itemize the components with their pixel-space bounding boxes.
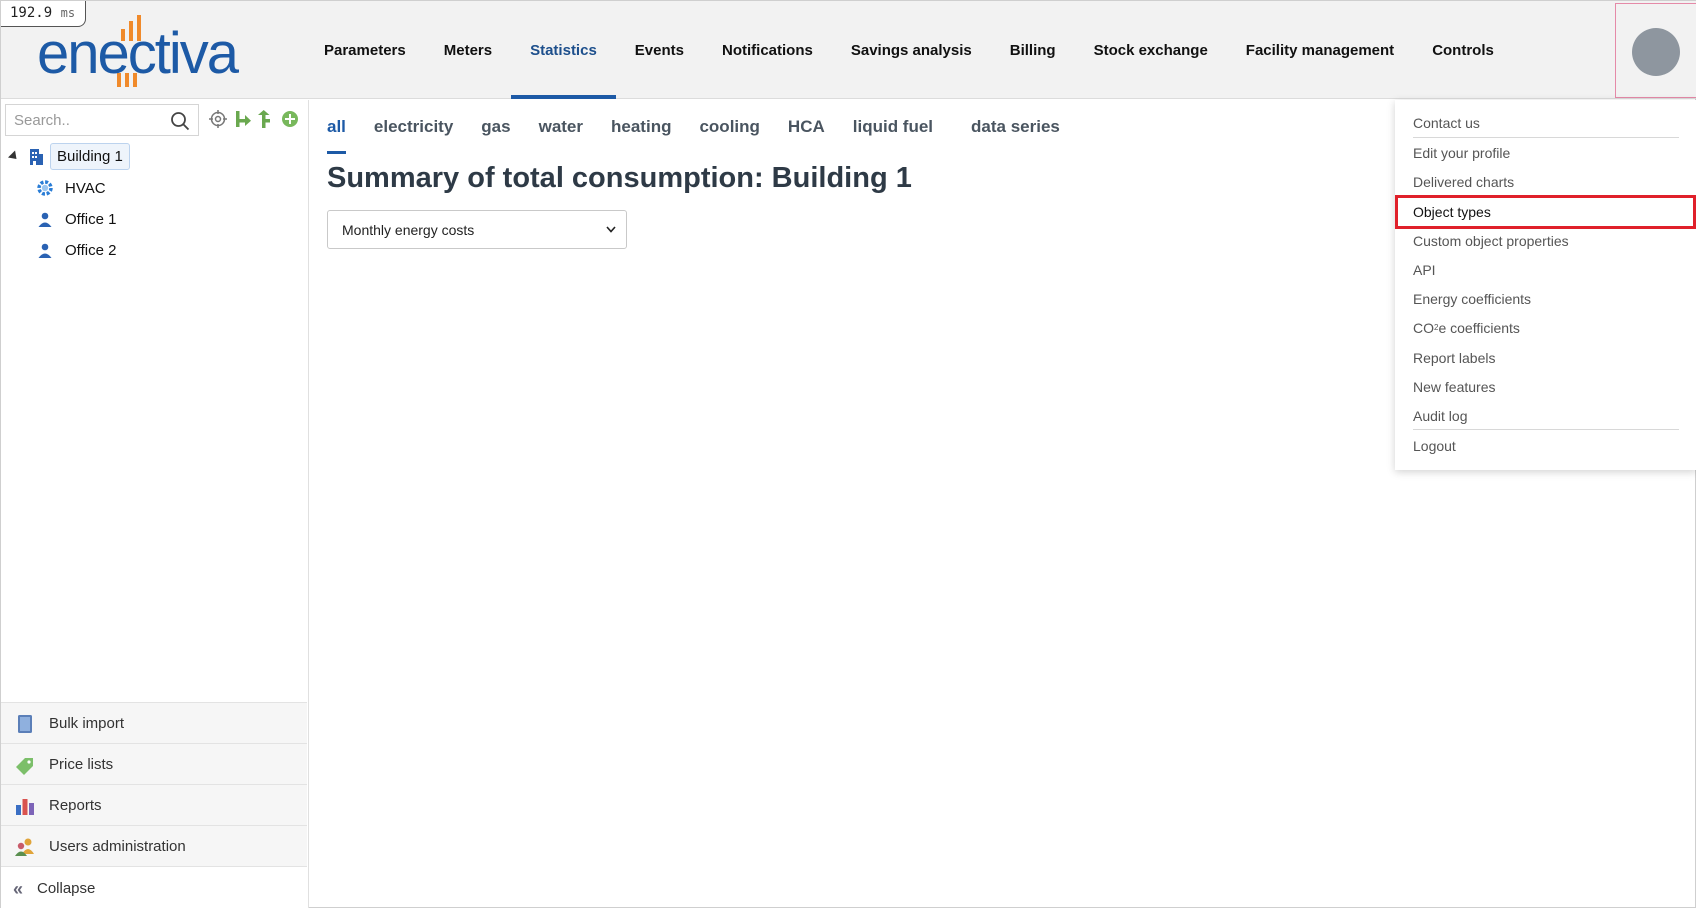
sidebar-item-bulk-import[interactable]: Bulk import [1, 702, 307, 743]
chevron-down-icon [606, 226, 616, 233]
object-tree: Building 1 HVAC Office 1 Office 2 [1, 142, 307, 266]
bar-chart-icon [16, 799, 34, 815]
sidebar: Building 1 HVAC Office 1 [1, 100, 309, 908]
tab-liquid-fuel[interactable]: liquid fuel [853, 100, 933, 154]
render-timer: 192.9 ms [1, 1, 87, 27]
sidebar-item-price-lists[interactable]: Price lists [1, 743, 307, 784]
tab-cooling[interactable]: cooling [699, 100, 759, 154]
nav-facility-management[interactable]: Facility management [1227, 1, 1413, 99]
nav-events[interactable]: Events [616, 1, 703, 99]
tree-item-hvac[interactable]: HVAC [1, 173, 307, 204]
tab-water[interactable]: water [539, 100, 583, 154]
nav-statistics[interactable]: Statistics [511, 1, 616, 99]
sidebar-item-label: Price lists [49, 755, 114, 773]
menu-item-custom-object-properties[interactable]: Custom object properties [1413, 227, 1679, 254]
target-icon[interactable] [209, 110, 227, 128]
avatar[interactable] [1632, 28, 1680, 76]
double-chevron-left-icon: « [13, 879, 24, 899]
user-menu-toggle[interactable] [1615, 3, 1696, 98]
sidebar-item-label: Reports [49, 796, 102, 814]
menu-item-edit-profile[interactable]: Edit your profile [1413, 139, 1679, 166]
tree-label: Office 2 [65, 242, 117, 259]
nav-controls[interactable]: Controls [1413, 1, 1513, 99]
user-dropdown-menu: Contact us Edit your profile Delivered c… [1395, 100, 1696, 470]
timer-value: 192.9 [10, 5, 53, 21]
search-box [5, 104, 199, 136]
sidebar-item-users-administration[interactable]: Users administration [1, 825, 307, 866]
top-header: 192.9 ms enectiva Parameters Meters Stat… [1, 1, 1696, 99]
select-value: Monthly energy costs [342, 221, 475, 238]
person-icon [38, 243, 52, 258]
tab-gas[interactable]: gas [481, 100, 510, 154]
logo-text: enectiva [37, 21, 240, 86]
menu-item-new-features[interactable]: New features [1413, 373, 1679, 400]
tree-label: HVAC [65, 180, 106, 197]
move-branch-icon[interactable] [257, 110, 275, 128]
add-circle-icon[interactable] [281, 110, 299, 128]
nav-parameters[interactable]: Parameters [305, 1, 425, 99]
menu-divider [1413, 137, 1679, 138]
gear-icon [37, 180, 53, 196]
menu-item-energy-coefficients[interactable]: Energy coefficients [1413, 285, 1679, 312]
tab-all[interactable]: all [327, 100, 346, 154]
expand-toggle-icon[interactable] [7, 150, 21, 163]
co2-suffix: e coefficients [1438, 319, 1520, 336]
co2-prefix: CO [1413, 319, 1434, 336]
sidebar-item-reports[interactable]: Reports [1, 784, 307, 825]
search-icon[interactable] [170, 111, 190, 131]
tree-item-office-1[interactable]: Office 1 [1, 204, 307, 235]
tree-item-building-1[interactable]: Building 1 [1, 142, 307, 173]
page-title: Summary of total consumption: Building 1 [327, 162, 912, 194]
timer-unit: ms [60, 6, 76, 20]
nav-billing[interactable]: Billing [991, 1, 1075, 99]
tab-hca[interactable]: HCA [788, 100, 825, 154]
person-icon [38, 212, 52, 227]
menu-item-delivered-charts[interactable]: Delivered charts [1413, 168, 1679, 195]
chart-type-select[interactable]: Monthly energy costs [327, 210, 627, 249]
nav-meters[interactable]: Meters [425, 1, 511, 99]
add-branch-icon[interactable] [233, 110, 251, 128]
price-tag-icon [16, 758, 33, 775]
commodity-tabs: all electricity gas water heating coolin… [327, 100, 1088, 154]
menu-item-report-labels[interactable]: Report labels [1413, 344, 1679, 371]
app-window: 192.9 ms enectiva Parameters Meters Stat… [0, 0, 1696, 908]
tree-toolbar [209, 110, 299, 128]
highlight-box [1395, 195, 1696, 229]
import-icon [18, 715, 32, 733]
tree-item-office-2[interactable]: Office 2 [1, 235, 307, 266]
collapse-label: Collapse [37, 879, 96, 897]
tree-label: Office 1 [65, 211, 117, 228]
menu-item-api[interactable]: API [1413, 256, 1679, 283]
building-icon [30, 149, 43, 165]
menu-item-audit-log[interactable]: Audit log [1413, 402, 1679, 429]
menu-divider [1413, 429, 1679, 430]
tab-data-series[interactable]: data series [971, 100, 1060, 154]
menu-item-logout[interactable]: Logout [1413, 432, 1679, 459]
collapse-sidebar-button[interactable]: « Collapse [1, 866, 307, 908]
menu-item-co2e-coefficients[interactable]: CO 2 e coefficients [1413, 314, 1679, 341]
search-input[interactable] [6, 105, 166, 135]
menu-item-contact-us[interactable]: Contact us [1413, 109, 1679, 136]
sidebar-item-label: Users administration [49, 837, 186, 855]
main-nav: Parameters Meters Statistics Events Noti… [305, 1, 1513, 99]
nav-notifications[interactable]: Notifications [703, 1, 832, 99]
sidebar-item-label: Bulk import [49, 714, 125, 732]
tab-heating[interactable]: heating [611, 100, 671, 154]
nav-savings-analysis[interactable]: Savings analysis [832, 1, 991, 99]
nav-stock-exchange[interactable]: Stock exchange [1075, 1, 1227, 99]
sidebar-menu: Bulk import Price lists Reports Users ad… [1, 702, 307, 866]
tree-label: Building 1 [50, 143, 130, 170]
users-icon [15, 838, 34, 856]
tab-electricity[interactable]: electricity [374, 100, 453, 154]
